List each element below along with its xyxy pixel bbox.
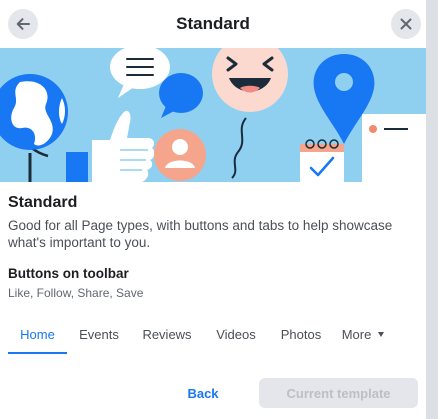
chat-bubble-icon [159, 73, 203, 118]
template-preview-illustration [0, 48, 426, 182]
close-icon [400, 18, 412, 30]
thumbs-up-icon [92, 110, 155, 182]
tab-home[interactable]: Home [8, 314, 67, 354]
close-button[interactable] [391, 9, 421, 39]
calendar-icon [300, 139, 344, 182]
template-description: Good for all Page types, with buttons an… [8, 218, 393, 250]
tabs-preview: Home Events Reviews Videos Photos More [8, 314, 418, 354]
laughing-emoji-icon [212, 48, 288, 179]
template-dialog: Standard Standard Good for all Page type… [0, 0, 426, 419]
tab-events[interactable]: Events [67, 314, 131, 354]
back-arrow-button[interactable] [8, 9, 38, 39]
template-name: Standard [8, 194, 78, 211]
tab-more[interactable]: More [333, 314, 393, 354]
tab-label: Home [20, 326, 55, 342]
template-info: Standard Good for all Page types, with b… [8, 193, 418, 301]
tab-label: Photos [280, 326, 322, 342]
blue-block-shape [66, 152, 88, 182]
tab-label: Reviews [142, 326, 192, 342]
profile-avatar-icon [154, 129, 206, 181]
current-template-button: Current template [259, 378, 418, 408]
background-page-edge [426, 0, 438, 419]
dialog-title: Standard [176, 14, 250, 33]
back-button[interactable]: Back [170, 378, 236, 408]
tab-videos[interactable]: Videos [203, 314, 269, 354]
tab-reviews[interactable]: Reviews [131, 314, 203, 354]
tab-label: Videos [216, 326, 256, 342]
toolbar-heading: Buttons on toolbar [8, 266, 129, 281]
tab-photos[interactable]: Photos [269, 314, 333, 354]
browser-window-icon [362, 114, 426, 182]
arrow-left-icon [16, 18, 30, 30]
dialog-header: Standard [0, 0, 426, 48]
globe-icon [0, 74, 68, 182]
tab-label: More [341, 326, 372, 342]
tab-label: Events [79, 326, 119, 342]
caret-down-icon [378, 331, 385, 337]
toolbar-buttons-list: Like, Follow, Share, Save [8, 286, 144, 300]
